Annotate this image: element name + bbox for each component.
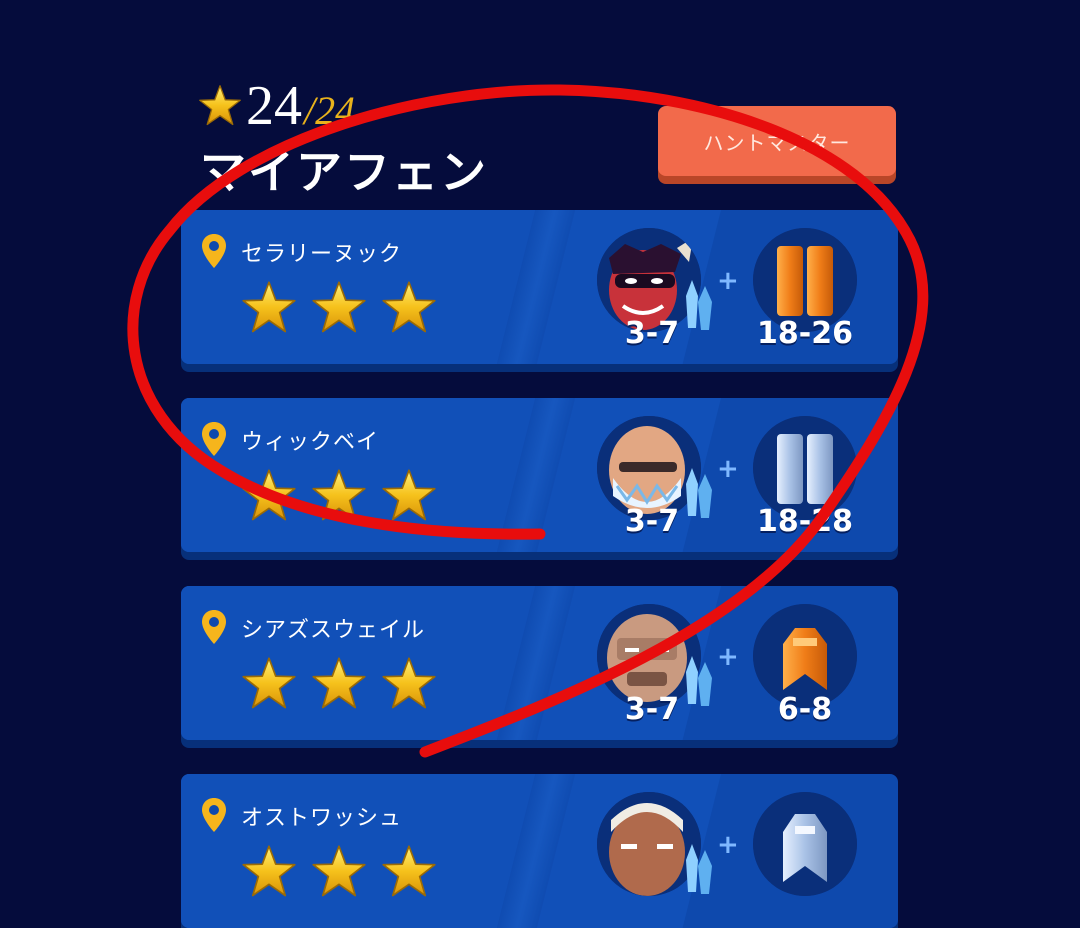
hunt-master-button[interactable]: ハントマスター [658,106,896,176]
location-pin-icon [202,422,226,456]
monster-range: 3-7 [624,316,680,351]
region-header: 24 / 24 マイアフェン ハントマスター [198,78,898,199]
monster-range: 3-7 [624,692,680,727]
star-icon [241,844,297,900]
location-name: オストワッシュ [241,806,403,831]
star-icon [311,656,367,712]
plus-icon: + [717,830,739,860]
region-title: マイアフェン [200,145,488,199]
star-icon [381,468,437,524]
star-icon [241,280,297,336]
location-name: シアズスウェイル [241,618,426,643]
location-card[interactable]: ウィックベイ + 3-7 18-28 [181,398,898,552]
reward-range: 18-26 [757,316,853,351]
star-score-current: 24 [246,75,302,137]
plus-icon: + [717,454,739,484]
star-icon [381,844,437,900]
star-rating [241,468,437,524]
star-icon [381,656,437,712]
location-card[interactable]: セラリーヌック + 3-7 18-26 [181,210,898,364]
star-icon [198,84,242,128]
star-score: 24 / 24 [198,78,355,134]
location-pin-icon [202,234,226,268]
location-pin-icon [202,798,226,832]
location-pin-icon [202,610,226,644]
star-rating [241,280,437,336]
star-score-separator: / [304,88,316,133]
plus-icon: + [717,266,739,296]
location-card[interactable]: シアズスウェイル + 3-7 6-8 [181,586,898,740]
location-name: セラリーヌック [241,242,403,267]
star-icon [311,468,367,524]
silver-ingot-stack-icon [753,792,857,896]
monster-range: 3-7 [624,504,680,539]
star-icon [311,280,367,336]
location-name: ウィックベイ [241,430,380,455]
star-icon [241,656,297,712]
star-rating [241,656,437,712]
crystal-icon [686,844,712,894]
location-card[interactable]: オストワッシュ + [181,774,898,928]
reward-range: 18-28 [757,504,853,539]
reward-range: 6-8 [777,692,833,727]
star-score-total: 24 [315,88,356,133]
star-icon [311,844,367,900]
star-icon [381,280,437,336]
star-icon [241,468,297,524]
star-rating [241,844,437,900]
plus-icon: + [717,642,739,672]
